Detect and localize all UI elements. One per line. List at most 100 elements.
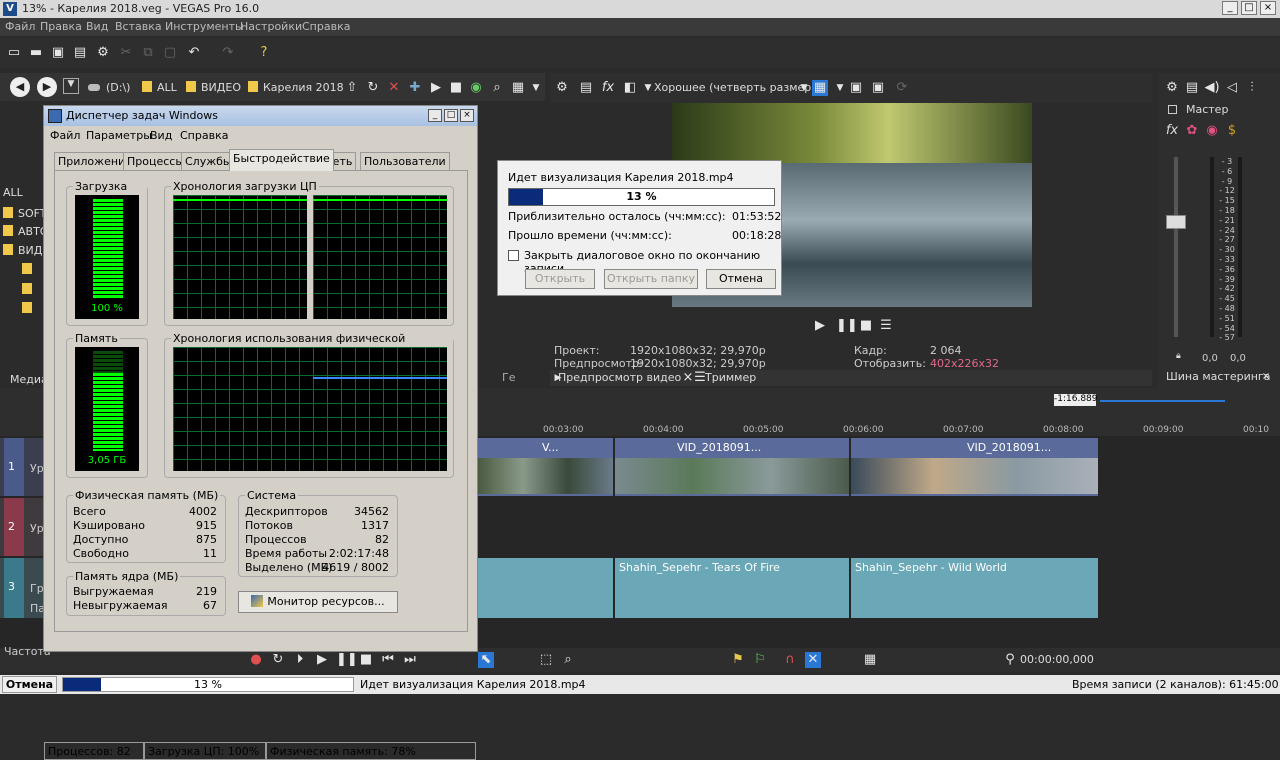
menu-tools[interactable]: Инструменты xyxy=(165,20,244,33)
cut-icon[interactable]: ✂ xyxy=(118,45,134,61)
close-icon[interactable]: × xyxy=(1258,369,1274,385)
go-start-icon[interactable]: ⏮ xyxy=(380,652,396,668)
play-icon[interactable]: ▶ xyxy=(428,80,444,96)
split-screen-icon[interactable]: ◧ xyxy=(622,80,638,96)
crumb-karelia[interactable]: Карелия 2018 xyxy=(248,81,344,94)
downmix-icon[interactable]: ◁ xyxy=(1224,80,1240,96)
effects-icon[interactable]: ✿ xyxy=(1184,123,1200,139)
auto-preview-icon[interactable]: ◉ xyxy=(468,80,484,96)
new-file-icon[interactable]: ▭ xyxy=(6,45,22,61)
views-icon[interactable]: ▦ xyxy=(510,80,526,96)
tree-item[interactable]: SOFT xyxy=(3,207,45,220)
save-as-icon[interactable]: ▤ xyxy=(72,45,88,61)
minimize-button[interactable]: _ xyxy=(1222,1,1238,15)
region-icon[interactable]: ⚐ xyxy=(752,652,768,668)
open-button[interactable]: Открыть xyxy=(525,269,595,289)
whats-this-icon[interactable]: ? xyxy=(256,45,272,61)
footer-cancel-button[interactable]: Отмена xyxy=(2,676,57,693)
stop-icon[interactable]: ■ xyxy=(858,318,874,334)
resource-monitor-button[interactable]: Монитор ресурсов... xyxy=(238,591,398,613)
mixer-icon[interactable]: ⫶ xyxy=(1244,80,1260,96)
pause-icon[interactable]: ❚❚ xyxy=(836,318,858,334)
cancel-button[interactable]: Отмена xyxy=(706,269,776,289)
video-clip[interactable]: VID_2018091... xyxy=(615,438,849,496)
folder-icon[interactable] xyxy=(22,263,32,274)
tab-generators[interactable]: Ге xyxy=(502,371,520,384)
open-folder-button[interactable]: Открыть папку xyxy=(604,269,698,289)
fx-icon[interactable]: fx xyxy=(1164,123,1180,139)
back-icon[interactable]: ◀ xyxy=(10,77,30,97)
delete-icon[interactable]: ✕ xyxy=(386,80,402,96)
device-icon[interactable]: ▤ xyxy=(578,80,594,96)
sync-icon[interactable]: $ xyxy=(1224,123,1240,139)
tree-item[interactable]: ALL xyxy=(3,186,23,199)
tab-performance[interactable]: Быстродействие xyxy=(229,149,334,171)
device-icon[interactable]: ▤ xyxy=(1184,80,1200,96)
close-button[interactable]: × xyxy=(1260,1,1276,15)
drive-crumb[interactable]: (D:\) xyxy=(88,81,130,94)
paste-icon[interactable]: ▢ xyxy=(162,45,178,61)
menu-icon[interactable]: ☰ xyxy=(878,318,894,334)
save-icon[interactable]: ▣ xyxy=(50,45,66,61)
stop-icon[interactable]: ■ xyxy=(358,652,374,668)
sync-icon[interactable]: ⟳ xyxy=(894,80,910,96)
record-icon[interactable]: ● xyxy=(248,652,264,668)
crumb-video[interactable]: ВИДЕО xyxy=(186,81,241,94)
snapping-icon[interactable]: ∩ xyxy=(782,652,798,668)
menu-help[interactable]: Справка xyxy=(302,20,350,33)
master-checkbox[interactable] xyxy=(1168,105,1177,114)
search-icon[interactable]: ⌕ xyxy=(489,80,505,96)
go-end-icon[interactable]: ⏭ xyxy=(402,652,418,668)
maximize-button[interactable]: □ xyxy=(444,109,458,122)
tab-services[interactable]: Службы xyxy=(181,152,236,170)
zoom-tool-icon[interactable]: ⌕ xyxy=(560,652,576,668)
tm-menu-file[interactable]: Файл xyxy=(50,129,80,142)
menu-settings[interactable]: Настройки xyxy=(240,20,302,33)
add-icon[interactable]: ✚ xyxy=(407,80,423,96)
tm-menu-help[interactable]: Справка xyxy=(180,129,228,142)
copy-icon[interactable]: ⧉ xyxy=(140,45,156,61)
video-clip[interactable]: VID_2018091... xyxy=(851,438,1098,496)
chevron-down-icon[interactable]: ▼ xyxy=(63,78,79,94)
tm-menu-options[interactable]: Параметры xyxy=(86,129,152,142)
tab-processes[interactable]: Процессы xyxy=(123,152,189,170)
refresh-icon[interactable]: ↻ xyxy=(365,80,381,96)
tab-preview[interactable]: Предпросмотр видео xyxy=(558,371,681,384)
minimize-button[interactable]: _ xyxy=(428,109,442,122)
marker-icon[interactable]: ⚑ xyxy=(730,652,746,668)
menu-insert[interactable]: Вставка xyxy=(115,20,162,33)
forward-icon[interactable]: ▶ xyxy=(37,77,57,97)
tree-item[interactable]: АВТО xyxy=(3,225,45,238)
speaker-icon[interactable]: ◀) xyxy=(1204,80,1220,96)
copy-snapshot-icon[interactable]: ▣ xyxy=(848,80,864,96)
loop-icon[interactable]: ↻ xyxy=(270,652,286,668)
stop-icon[interactable]: ■ xyxy=(448,80,464,96)
chevron-down-icon[interactable]: ▼ xyxy=(796,80,812,96)
volume-fader[interactable] xyxy=(1166,215,1186,229)
pause-icon[interactable]: ❚❚ xyxy=(336,652,358,668)
tab-media[interactable]: Медиа xyxy=(10,373,45,386)
open-folder-icon[interactable]: ▬ xyxy=(28,45,44,61)
chevron-down-icon[interactable]: ▼ xyxy=(832,80,848,96)
master-bus-tab[interactable]: Шина мастеринга xyxy=(1166,370,1270,383)
chevron-down-icon[interactable]: ▼ xyxy=(528,80,544,96)
redo-icon[interactable]: ↷ xyxy=(220,45,236,61)
maximize-button[interactable]: □ xyxy=(1241,1,1257,15)
play-icon[interactable]: ▶ xyxy=(314,652,330,668)
normal-edit-tool-icon[interactable]: ⬉ xyxy=(478,652,494,668)
gear-icon[interactable]: ⚙ xyxy=(1164,80,1180,96)
gear-icon[interactable]: ⚙ xyxy=(95,45,111,61)
lock-icon[interactable]: 🔒︎ xyxy=(1176,351,1181,361)
gear-icon[interactable]: ⚙ xyxy=(554,80,570,96)
play-from-start-icon[interactable]: ⏵ xyxy=(292,652,308,668)
tm-menu-view[interactable]: Вид xyxy=(150,129,172,142)
folder-icon[interactable] xyxy=(22,283,32,294)
tab-users[interactable]: Пользователи xyxy=(360,152,450,170)
undo-icon[interactable]: ↶ xyxy=(186,45,202,61)
auto-crossfade-icon[interactable]: ✕ xyxy=(805,652,821,668)
close-on-finish-checkbox[interactable] xyxy=(508,250,519,261)
tab-trimmer[interactable]: Триммер xyxy=(705,371,756,384)
loop-region[interactable] xyxy=(1100,400,1225,402)
save-snapshot-icon[interactable]: ▣ xyxy=(870,80,886,96)
video-clip[interactable]: V... xyxy=(478,438,613,496)
